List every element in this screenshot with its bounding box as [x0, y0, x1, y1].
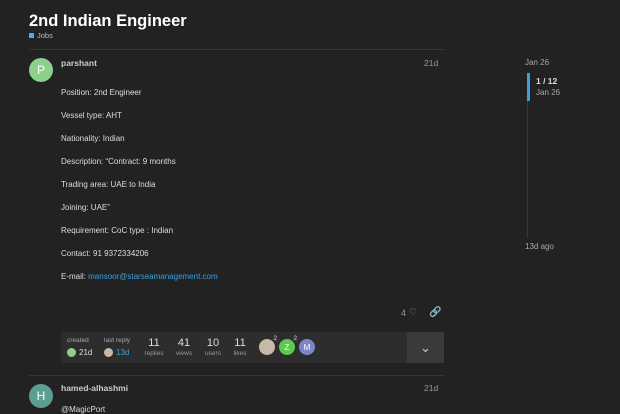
stat-number: 41	[177, 337, 191, 349]
timeline-handle[interactable]	[527, 73, 530, 101]
timeline-position: 1 / 12	[536, 76, 558, 86]
topic-title[interactable]: 2nd Indian Engineer	[29, 12, 187, 31]
stat-number: 11	[234, 337, 246, 349]
post-line-joining: Joining: UAE”	[61, 203, 110, 212]
stat-likes: 11 likes	[225, 337, 255, 357]
divider	[29, 375, 444, 376]
post-line-requirement: Requirement: CoC type : Indian	[61, 226, 174, 235]
post-line-contact: Contact: 91 9372334206	[61, 249, 149, 258]
like-button[interactable]: 4 ♡	[401, 307, 417, 318]
stat-number: 10	[206, 337, 220, 349]
participant-letter: M	[303, 342, 311, 352]
email-label: E-mail:	[61, 272, 89, 281]
created-label: created	[67, 337, 89, 344]
avatar[interactable]: H	[29, 384, 53, 408]
timeline-start-date[interactable]: Jan 26	[525, 58, 549, 67]
last-reply-label: last reply	[104, 337, 131, 344]
timeline-end-age[interactable]: 13d ago	[525, 242, 554, 251]
last-reply-value[interactable]: 13d	[104, 348, 129, 357]
post-username[interactable]: parshant	[61, 58, 97, 68]
post-line-vessel: Vessel type: AHT	[61, 111, 122, 120]
creator-avatar	[67, 348, 76, 357]
share-link-icon[interactable]: 🔗	[429, 307, 441, 318]
avatar-letter: H	[36, 389, 46, 403]
participant-avatar[interactable]: Z 2	[279, 336, 299, 355]
stat-label: replies	[144, 350, 164, 357]
post-username[interactable]: hamed-alhashmi	[61, 383, 128, 393]
stat-label: views	[175, 350, 193, 357]
post-line-email: E-mail: mansoor@starseamanagement.com	[61, 272, 218, 281]
category-badge[interactable]: Jobs	[29, 31, 53, 40]
stat-replies: 11 replies	[139, 337, 169, 357]
stat-users: 10 users	[198, 337, 228, 357]
post-body: @MagicPort	[61, 405, 106, 414]
like-count: 4	[401, 307, 407, 318]
post-age[interactable]: 21d	[424, 58, 438, 68]
chevron-down-icon: ⌄	[420, 339, 431, 355]
participant-avatar[interactable]: M	[299, 339, 315, 355]
post-count-badge: 2	[291, 336, 299, 342]
stat-number: 11	[148, 337, 160, 349]
stat-views: 41 views	[169, 337, 199, 357]
created-value[interactable]: 21d	[67, 348, 92, 357]
post-count-badge: 2	[271, 336, 279, 342]
avatar-letter: P	[36, 63, 45, 77]
category-label: Jobs	[37, 31, 53, 40]
participant-letter: Z	[284, 342, 290, 352]
post-age[interactable]: 21d	[424, 383, 438, 393]
last-reply-age: 13d	[116, 348, 130, 357]
last-replier-avatar	[104, 348, 113, 357]
participant-avatar[interactable]: 2	[259, 336, 279, 355]
topic-map: created 21d last reply 13d 11 replies 41…	[61, 332, 407, 363]
timeline-current-date: Jan 26	[536, 88, 561, 97]
avatar[interactable]: P	[29, 58, 53, 82]
post-line-nationality: Nationality: Indian	[61, 134, 125, 143]
post-line-description: Description: “Contract: 9 months	[61, 157, 176, 166]
stat-label: users	[205, 350, 221, 357]
divider	[29, 49, 444, 50]
category-color-square	[29, 33, 34, 38]
created-age: 21d	[79, 348, 93, 357]
email-link[interactable]: mansoor@starseamanagement.com	[88, 272, 218, 281]
stat-label: likes	[233, 350, 247, 357]
expand-topic-map-button[interactable]: ⌄	[407, 332, 444, 363]
heart-icon: ♡	[409, 307, 418, 317]
post-line-position: Position: 2nd Engineer	[61, 88, 142, 97]
post-line-trading-area: Trading area: UAE to India	[61, 180, 156, 189]
